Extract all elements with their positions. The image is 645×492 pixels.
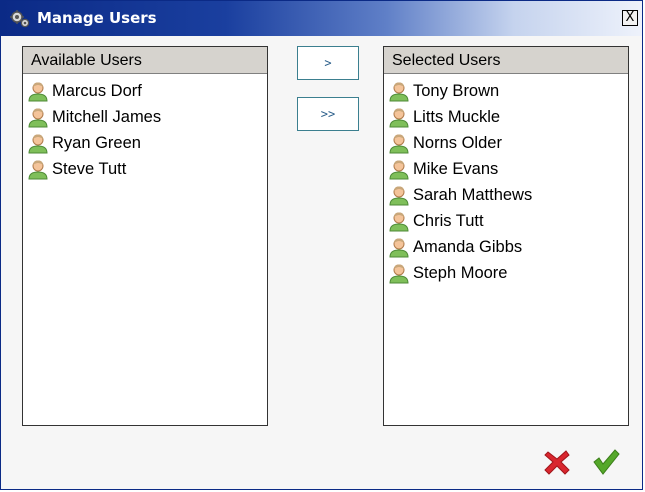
user-name: Sarah Matthews	[413, 185, 533, 204]
user-icon	[389, 108, 409, 128]
user-icon	[28, 134, 48, 154]
user-icon	[389, 238, 409, 258]
list-item[interactable]: Steph Moore	[384, 260, 628, 286]
close-button[interactable]: X	[622, 10, 638, 26]
user-icon	[389, 212, 409, 232]
list-item[interactable]: Norns Older	[384, 130, 628, 156]
green-check-icon[interactable]	[591, 447, 621, 477]
user-name: Marcus Dorf	[52, 81, 142, 100]
user-icon	[389, 160, 409, 180]
available-users-list[interactable]: Available Users Marcus Dorf Mitchell Jame…	[22, 46, 268, 426]
user-name: Chris Tutt	[413, 211, 484, 230]
move-selected-button[interactable]: >	[297, 46, 359, 80]
user-name: Mike Evans	[413, 159, 499, 178]
list-item[interactable]: Steve Tutt	[23, 156, 267, 182]
list-item[interactable]: Chris Tutt	[384, 208, 628, 234]
list-item[interactable]: Mitchell James	[23, 104, 267, 130]
move-all-button[interactable]: >>	[297, 97, 359, 131]
list-item[interactable]: Marcus Dorf	[23, 78, 267, 104]
list-item[interactable]: Mike Evans	[384, 156, 628, 182]
list-item[interactable]: Ryan Green	[23, 130, 267, 156]
manage-users-dialog: Manage Users X Available Users Marcus Do…	[0, 0, 643, 490]
list-item[interactable]: Tony Brown	[384, 78, 628, 104]
selected-users-items: Tony Brown Litts Muckle Norns Older Mike Ev…	[384, 74, 628, 286]
list-item[interactable]: Litts Muckle	[384, 104, 628, 130]
user-icon	[389, 82, 409, 102]
available-users-header: Available Users	[23, 47, 267, 74]
user-name: Norns Older	[413, 133, 502, 152]
selected-users-list[interactable]: Selected Users Tony Brown Litts Muckle Nor…	[383, 46, 629, 426]
user-name: Steve Tutt	[52, 159, 127, 178]
user-name: Litts Muckle	[413, 107, 501, 126]
window-title: Manage Users	[37, 9, 157, 27]
user-icon	[389, 186, 409, 206]
available-users-items: Marcus Dorf Mitchell James Ryan Green Steve…	[23, 74, 267, 182]
title-bar[interactable]: Manage Users X	[1, 1, 642, 36]
gears-icon	[10, 10, 30, 28]
user-icon	[389, 264, 409, 284]
user-icon	[28, 160, 48, 180]
red-x-icon[interactable]	[542, 447, 572, 477]
list-item[interactable]: Sarah Matthews	[384, 182, 628, 208]
user-name: Amanda Gibbs	[413, 237, 523, 256]
selected-users-header: Selected Users	[384, 47, 628, 74]
user-name: Steph Moore	[413, 263, 508, 282]
user-icon	[28, 108, 48, 128]
user-name: Ryan Green	[52, 133, 141, 152]
user-icon	[28, 82, 48, 102]
user-name: Tony Brown	[413, 81, 500, 100]
user-name: Mitchell James	[52, 107, 162, 126]
list-item[interactable]: Amanda Gibbs	[384, 234, 628, 260]
user-icon	[389, 134, 409, 154]
